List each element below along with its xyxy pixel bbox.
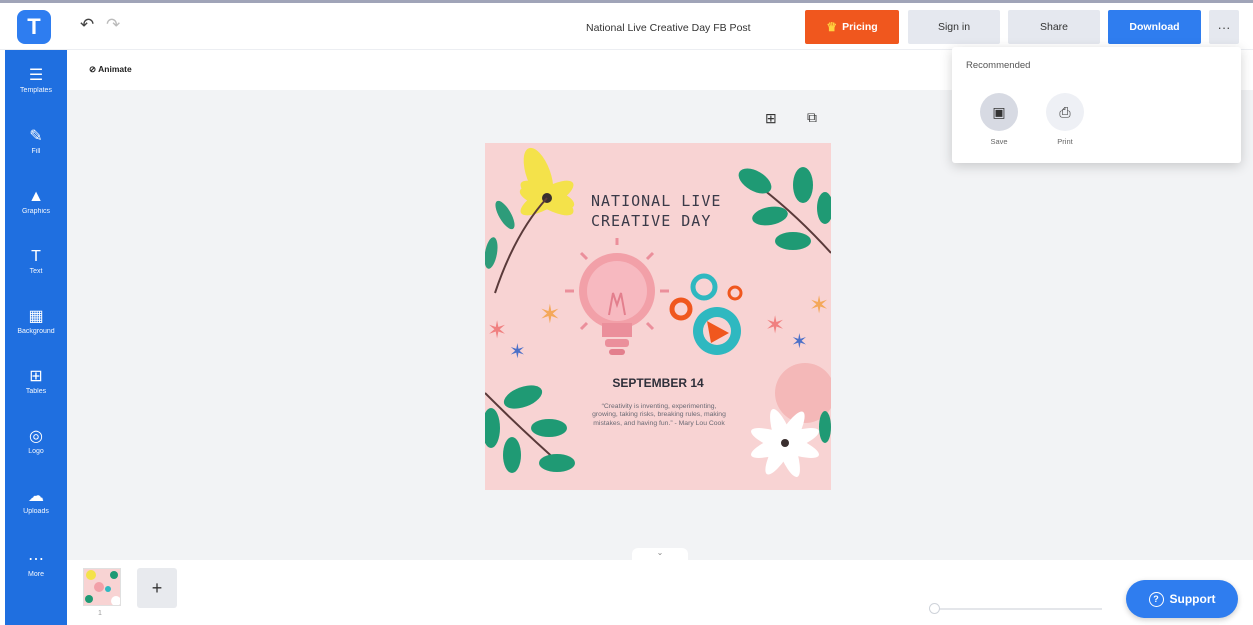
zoom-slider-track[interactable]	[932, 608, 1102, 610]
sidebar-item-label: Fill	[31, 148, 41, 155]
sidebar-item-label: Text	[29, 268, 43, 275]
poster-date[interactable]: SEPTEMBER 14	[485, 376, 831, 390]
templates-icon: ☰	[28, 67, 44, 84]
grid-icon[interactable]: ⊞	[765, 110, 777, 127]
poster-title-line2: CREATIVE DAY	[591, 212, 712, 230]
sidebar-item-tables[interactable]: ⊞ Tables	[5, 361, 67, 411]
sidebar-item-graphics[interactable]: ▲ Graphics	[5, 181, 67, 231]
sidebar-item-background[interactable]: ▦ Background	[5, 301, 67, 351]
top-bar: T ↶ ↷ National Live Creative Day FB Post…	[0, 0, 1253, 50]
svg-text:✶: ✶	[809, 291, 829, 319]
zoom-slider-knob[interactable]	[929, 603, 940, 614]
sidebar-item-label: Tables	[25, 388, 47, 395]
save-option-label: Save	[990, 137, 1008, 146]
save-icon: ▣	[980, 93, 1018, 131]
sidebar-item-fill[interactable]: ✎ Fill	[5, 121, 67, 171]
sidebar-item-uploads[interactable]: ☁ Uploads	[5, 481, 67, 531]
animate-icon: ⊘	[89, 64, 99, 74]
yellow-flower	[519, 147, 575, 216]
save-option[interactable]: ▣ Save	[974, 93, 1024, 146]
sidebar-item-more[interactable]: ⋯ More	[5, 544, 67, 594]
pages-collapse-handle[interactable]: ⌄	[632, 548, 688, 560]
svg-text:✶: ✶	[765, 311, 785, 339]
print-option[interactable]: ⎙ Print	[1040, 93, 1090, 146]
svg-text:✶: ✶	[487, 316, 507, 344]
poster-title-line1: NATIONAL LIVE	[591, 192, 722, 210]
lightbulb	[565, 238, 669, 355]
support-label: Support	[1169, 592, 1216, 606]
page-number: 1	[98, 610, 102, 617]
share-button[interactable]: Share	[1008, 10, 1100, 44]
poster-quote[interactable]: “Creativity is inventing, experimenting,…	[588, 403, 730, 428]
upload-icon: ☁	[28, 488, 44, 505]
app-logo[interactable]: T	[17, 10, 51, 44]
help-icon: ?	[1148, 591, 1164, 607]
table-icon: ⊞	[29, 368, 43, 385]
pricing-label: Pricing	[842, 21, 878, 33]
more-options-button[interactable]: ···	[1209, 10, 1239, 44]
pages-strip: 1 +	[67, 560, 1253, 625]
logo-icon: ◎	[29, 428, 43, 445]
dropdown-heading: Recommended	[966, 60, 1031, 71]
print-option-label: Print	[1057, 137, 1073, 146]
svg-text:✶: ✶	[791, 329, 808, 353]
brush-icon: ✎	[29, 128, 43, 145]
sidebar-item-label: Background	[17, 328, 55, 335]
add-page-button[interactable]: +	[137, 568, 177, 608]
more-icon: ⋯	[28, 551, 44, 568]
svg-text:✶: ✶	[539, 300, 561, 330]
sidebar-item-text[interactable]: T Text	[5, 241, 67, 291]
print-icon: ⎙	[1046, 93, 1084, 131]
sign-in-button[interactable]: Sign in	[908, 10, 1000, 44]
sidebar-item-label: Templates	[20, 87, 52, 94]
background-icon: ▦	[28, 308, 44, 325]
download-button[interactable]: Download	[1108, 10, 1201, 44]
pricing-button[interactable]: ♛ Pricing	[805, 10, 899, 44]
design-canvas[interactable]: ✶ ✶ ✶ ✶ ✶ ✶ NATIONAL LIVE CREATIVE DAY S…	[485, 143, 831, 490]
sidebar: ☰ Templates ✎ Fill ▲ Graphics T Text ▦ B…	[5, 50, 67, 625]
sidebar-item-logo[interactable]: ◎ Logo	[5, 421, 67, 471]
text-icon: T	[31, 248, 41, 265]
shapes-icon: ▲	[28, 188, 44, 205]
animate-button[interactable]: ⊘ Animate	[89, 64, 132, 75]
undo-icon[interactable]: ↶	[80, 15, 94, 35]
download-dropdown: Recommended ▣ Save ⎙ Print	[952, 47, 1241, 163]
redo-icon[interactable]: ↷	[106, 15, 120, 35]
poster-title[interactable]: NATIONAL LIVE CREATIVE DAY	[591, 191, 731, 231]
duplicate-icon[interactable]: ⧉	[807, 109, 817, 126]
sidebar-item-label: Logo	[28, 448, 44, 455]
animate-label: Animate	[98, 64, 132, 74]
page-thumbnail[interactable]	[83, 568, 121, 606]
crown-icon: ♛	[826, 20, 838, 34]
sidebar-item-label: More	[28, 571, 44, 578]
document-title[interactable]: National Live Creative Day FB Post	[586, 22, 751, 34]
sidebar-item-label: Uploads	[23, 508, 49, 515]
support-button[interactable]: ? Support	[1126, 580, 1238, 618]
thumbnail-artwork	[85, 570, 120, 605]
svg-text:✶: ✶	[509, 339, 526, 363]
sidebar-item-label: Graphics	[21, 208, 50, 215]
sidebar-item-templates[interactable]: ☰ Templates	[5, 60, 67, 110]
